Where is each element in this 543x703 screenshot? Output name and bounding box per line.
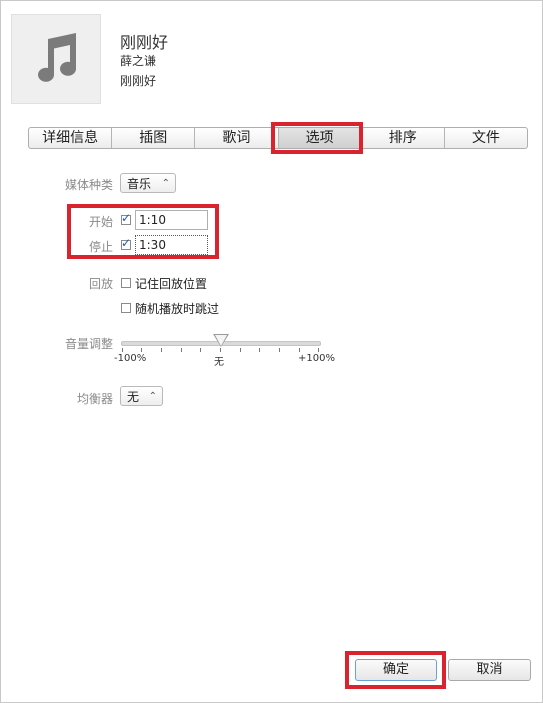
ok-button[interactable]: 确定 <box>355 659 437 681</box>
start-label: 开始 <box>88 215 113 229</box>
volume-min-label: -100% <box>114 353 147 364</box>
volume-tick <box>299 348 300 352</box>
tab-details[interactable]: 详细信息 <box>29 128 113 148</box>
equalizer-select[interactable]: 无 ⌃ <box>120 386 163 406</box>
volume-tick <box>161 348 162 352</box>
tab-options[interactable]: 选项 <box>278 128 362 148</box>
volume-tick <box>122 348 123 352</box>
volume-tick <box>220 348 221 352</box>
media-kind-select[interactable]: 音乐 ⌃ <box>120 173 176 193</box>
tab-sorting[interactable]: 排序 <box>362 128 445 148</box>
tab-bar: 详细信息 插图 歌词 选项 排序 文件 <box>28 127 528 149</box>
tab-artwork[interactable]: 插图 <box>112 128 196 148</box>
album-artwork <box>11 14 101 104</box>
volume-slider-thumb[interactable] <box>215 335 227 346</box>
start-time-input[interactable]: 1:10 <box>135 210 208 230</box>
song-artist: 薛之谦 <box>120 54 157 68</box>
skip-shuffle-checkbox[interactable] <box>121 303 131 313</box>
volume-tick <box>240 348 241 352</box>
tab-file[interactable]: 文件 <box>445 128 527 148</box>
stop-label: 停止 <box>88 240 113 254</box>
volume-tick <box>200 348 201 352</box>
tab-lyrics[interactable]: 歌词 <box>195 128 279 148</box>
equalizer-value: 无 <box>127 390 140 404</box>
playback-label: 回放 <box>88 277 113 291</box>
volume-tick <box>259 348 260 352</box>
media-kind-label: 媒体种类 <box>64 178 113 192</box>
stop-time-input[interactable]: 1:30 <box>135 235 208 255</box>
song-album: 刚刚好 <box>120 74 157 88</box>
volume-mid-label: 无 <box>214 357 224 368</box>
volume-tick <box>279 348 280 352</box>
volume-label: 音量调整 <box>64 337 113 351</box>
volume-tick <box>181 348 182 352</box>
updown-caret-icon: ⌃ <box>161 178 170 189</box>
cancel-button[interactable]: 取消 <box>448 659 531 681</box>
skip-shuffle-label: 随机播放时跳过 <box>135 302 220 316</box>
remember-position-label: 记住回放位置 <box>135 277 208 291</box>
volume-max-label: +100% <box>298 353 335 364</box>
media-kind-value: 音乐 <box>127 177 152 191</box>
music-note-icon <box>38 33 76 82</box>
volume-tick <box>141 348 142 352</box>
get-info-dialog: 刚刚好 薛之谦 刚刚好 详细信息 插图 歌词 选项 排序 文件 媒体种类 音乐 … <box>0 0 543 703</box>
updown-caret-icon: ⌃ <box>148 391 157 402</box>
remember-position-checkbox[interactable] <box>121 278 131 288</box>
stop-checkbox[interactable] <box>121 236 131 250</box>
equalizer-label: 均衡器 <box>76 392 113 406</box>
volume-tick <box>318 348 319 352</box>
start-checkbox[interactable] <box>121 211 131 225</box>
song-title: 刚刚好 <box>120 33 169 52</box>
